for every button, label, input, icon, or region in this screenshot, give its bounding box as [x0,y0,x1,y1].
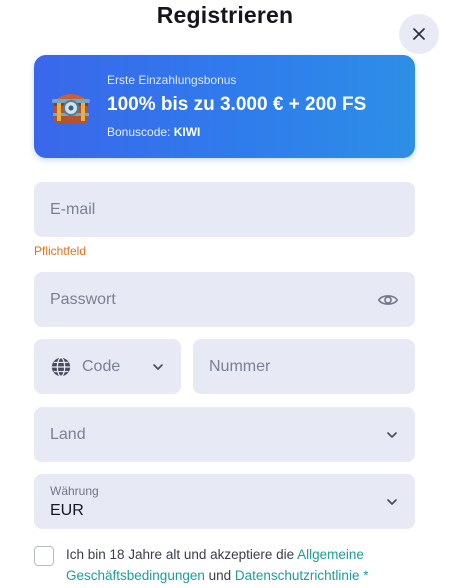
bonus-banner: Erste Einzahlungsbonus 100% bis zu 3.000… [34,55,415,158]
currency-value: EUR [50,502,84,519]
agreement-text: Ich bin 18 Jahre alt und akzeptiere die … [66,544,426,586]
country-select[interactable]: Land [34,407,415,462]
privacy-link[interactable]: Datenschutzrichtlinie [235,568,360,583]
code-placeholder: Code [82,357,121,375]
bonus-code-label: Bonuscode: [107,125,171,139]
treasure-chest-icon [52,94,90,123]
bonus-subtitle: Erste Einzahlungsbonus [107,73,237,87]
number-placeholder: Nummer [209,357,271,375]
phone-code-select[interactable]: Code [34,339,181,394]
bonus-headline: 100% bis zu 3.000 € + 200 FS [107,94,367,115]
password-placeholder: Passwort [50,290,116,308]
email-hint: Pflichtfeld [34,244,87,258]
page-title: Registrieren [156,2,294,28]
email-placeholder: E-mail [50,200,96,218]
chevron-down-icon [153,363,163,370]
currency-select[interactable]: Währung EUR [34,474,415,529]
phone-number-input[interactable]: Nummer [193,339,415,394]
agreement-text-before: Ich bin 18 Jahre alt und akzeptiere die [66,547,298,562]
bonus-code-value: KIWI [173,125,201,139]
chevron-down-icon [387,431,397,438]
bonus-code: Bonuscode: KIWI [107,125,200,139]
close-button[interactable] [399,14,439,54]
currency-label: Währung [50,484,99,498]
required-mark: * [359,568,369,583]
password-field[interactable]: Passwort [34,272,415,327]
eye-icon[interactable] [377,289,399,311]
chevron-down-icon [387,498,397,505]
age-terms-checkbox[interactable] [34,546,54,566]
agreement-text-middle: und [204,568,235,583]
close-icon [413,28,425,40]
email-field[interactable]: E-mail [34,182,415,237]
globe-icon [51,356,71,377]
country-placeholder: Land [50,425,86,443]
